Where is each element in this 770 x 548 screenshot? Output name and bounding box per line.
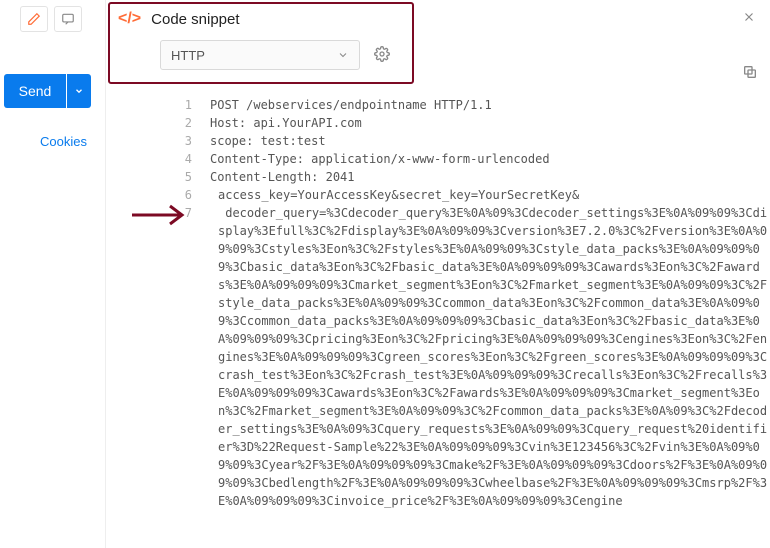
code-area: 1 2 3 4 5 6 7 POST /webservices/endpoint… [176, 96, 770, 510]
code-snippet-panel: </> Code snippet HTTP 1 2 3 4 5 6 7 POST… [106, 0, 770, 548]
code-content[interactable]: POST /webservices/endpointname HTTP/1.1 … [210, 96, 770, 510]
code-body: access_key=YourAccessKey&secret_key=Your… [218, 186, 770, 510]
top-icon-row [20, 6, 82, 32]
copy-button[interactable] [742, 64, 758, 83]
comment-icon [61, 12, 75, 26]
close-button[interactable] [742, 8, 756, 29]
code-icon: </> [118, 10, 141, 28]
pencil-icon [27, 12, 41, 26]
snippet-header-row: </> Code snippet [118, 10, 404, 28]
callout-arrow-icon [130, 202, 190, 228]
chevron-down-icon [337, 49, 349, 61]
snippet-header-box: </> Code snippet HTTP [108, 2, 414, 84]
language-value: HTTP [171, 48, 205, 63]
cookies-link[interactable]: Cookies [40, 134, 87, 149]
edit-icon-button[interactable] [20, 6, 48, 32]
send-button-group: Send [4, 74, 91, 108]
close-icon [742, 10, 756, 24]
send-button[interactable]: Send [4, 74, 66, 108]
left-sidebar: Send Cookies [0, 0, 106, 548]
gear-icon [374, 46, 390, 62]
comment-icon-button[interactable] [54, 6, 82, 32]
language-dropdown[interactable]: HTTP [160, 40, 360, 70]
language-row: HTTP [160, 40, 404, 70]
settings-button[interactable] [374, 46, 390, 65]
line-number-gutter: 1 2 3 4 5 6 7 [176, 96, 210, 510]
chevron-down-icon [74, 86, 84, 96]
code-header-lines: POST /webservices/endpointname HTTP/1.1 … [210, 96, 770, 186]
send-dropdown-button[interactable] [67, 74, 91, 108]
panel-title: Code snippet [151, 11, 239, 28]
copy-icon [742, 64, 758, 80]
